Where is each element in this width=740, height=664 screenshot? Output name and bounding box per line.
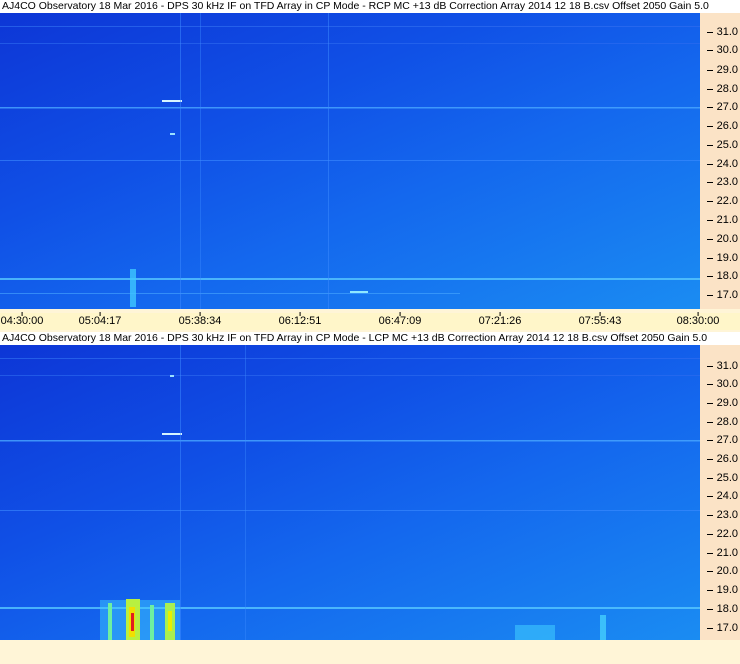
time-tick: 04:30:00 <box>0 312 44 327</box>
rcp-tick-22: 22.0 <box>706 195 738 207</box>
rcp-tick-21: 21.0 <box>706 214 738 226</box>
lcp-tick-28: 28.0 <box>706 416 738 428</box>
rcp-tick-31: 31.0 <box>706 26 738 38</box>
rcp-tick-25: 25.0 <box>706 139 738 151</box>
time-tick: 06:12:51 <box>278 312 322 327</box>
time-tick: 07:55:43 <box>578 312 622 327</box>
lcp-frequency-axis: 31.0 30.0 29.0 28.0 27.0 26.0 25.0 24.0 … <box>700 345 740 640</box>
rcp-tick-24: 24.0 <box>706 158 738 170</box>
rcp-tick-19: 19.0 <box>706 252 738 264</box>
lcp-tick-17: 17.0 <box>706 622 738 634</box>
lcp-tick-22: 22.0 <box>706 528 738 540</box>
rcp-tick-30: 30.0 <box>706 44 738 56</box>
lcp-tick-27: 27.0 <box>706 434 738 446</box>
rcp-title: AJ4CO Observatory 18 Mar 2016 - DPS 30 k… <box>0 0 740 13</box>
lcp-tick-20: 20.0 <box>706 565 738 577</box>
rcp-spectrogram-svg <box>0 13 700 309</box>
lcp-tick-26: 26.0 <box>706 453 738 465</box>
lcp-tick-31: 31.0 <box>706 360 738 372</box>
time-tick: 06:47:09 <box>378 312 422 327</box>
rcp-tick-23: 23.0 <box>706 176 738 188</box>
time-tick: 08:30:00 <box>676 312 720 327</box>
rcp-tick-17: 17.0 <box>706 289 738 301</box>
lcp-panel: AJ4CO Observatory 18 Mar 2016 - DPS 30 k… <box>0 332 740 642</box>
lcp-title: AJ4CO Observatory 18 Mar 2016 - DPS 30 k… <box>0 332 740 345</box>
lcp-spectrogram[interactable] <box>0 345 700 640</box>
lcp-tick-30: 30.0 <box>706 378 738 390</box>
rcp-panel: AJ4CO Observatory 18 Mar 2016 - DPS 30 k… <box>0 0 740 313</box>
lcp-tick-21: 21.0 <box>706 547 738 559</box>
lcp-spectrogram-svg <box>0 345 700 640</box>
rcp-tick-20: 20.0 <box>706 233 738 245</box>
lcp-tick-19: 19.0 <box>706 584 738 596</box>
lcp-tick-24: 24.0 <box>706 490 738 502</box>
lcp-tick-18: 18.0 <box>706 603 738 615</box>
lcp-tick-23: 23.0 <box>706 509 738 521</box>
time-tick: 07:21:26 <box>478 312 522 327</box>
lcp-tick-25: 25.0 <box>706 472 738 484</box>
time-axis: 04:30:00 05:04:17 05:38:34 06:12:51 06:4… <box>0 312 740 330</box>
rcp-spectrogram[interactable] <box>0 13 700 309</box>
lcp-tick-29: 29.0 <box>706 397 738 409</box>
rcp-tick-29: 29.0 <box>706 64 738 76</box>
time-tick: 05:38:34 <box>178 312 222 327</box>
rcp-tick-28: 28.0 <box>706 83 738 95</box>
time-tick: 05:04:17 <box>78 312 122 327</box>
rcp-tick-27: 27.0 <box>706 101 738 113</box>
rcp-tick-26: 26.0 <box>706 120 738 132</box>
rcp-frequency-axis: 31.0 30.0 29.0 28.0 27.0 26.0 25.0 24.0 … <box>700 13 740 309</box>
rcp-tick-18: 18.0 <box>706 270 738 282</box>
